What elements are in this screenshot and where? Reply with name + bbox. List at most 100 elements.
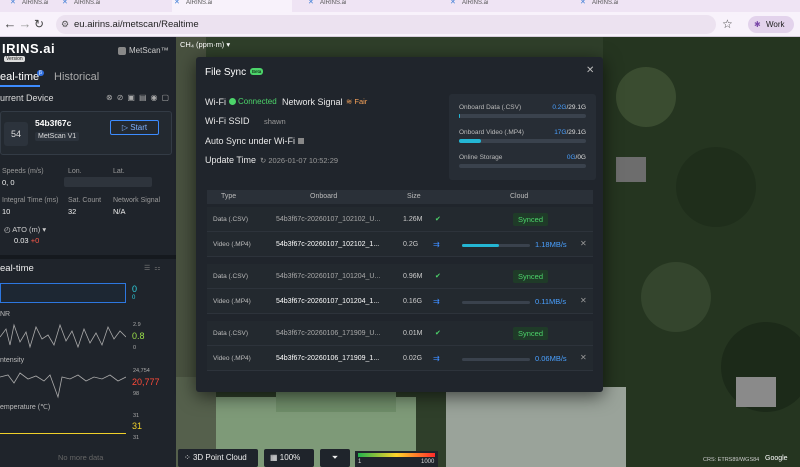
storage-label: Onboard Video (.MP4): [459, 129, 524, 136]
row-type: Data (.CSV): [213, 216, 249, 223]
browser-chrome: ✕ AIRINS.ai ✕ AIRINS.ai ✕ AIRINS.ai ✕ AIRINS…: [0, 0, 800, 37]
auto-sync-checkbox[interactable]: [298, 138, 304, 144]
storage-value: 17G/29.1G: [554, 129, 586, 136]
tab-historical[interactable]: Historical: [54, 71, 99, 83]
storage-used: 17G: [554, 129, 567, 136]
table-row[interactable]: Data (.CSV) 54b3f67c-20260107_102102_U...…: [207, 207, 593, 232]
upload-progress-fill: [462, 244, 500, 247]
legend-min: 1: [358, 459, 362, 465]
check-icon: ✔: [435, 330, 441, 337]
current-device-heading: urrent Device: [0, 93, 54, 103]
browser-tab-active[interactable]: ✕ AIRINS.ai: [172, 0, 292, 12]
point-cloud-toggle[interactable]: ⁘ 3D Point Cloud: [178, 449, 258, 467]
redacted-coordinates: [64, 177, 152, 187]
storage-total: /0G: [575, 154, 586, 161]
opacity-label: 100%: [279, 453, 301, 462]
ato-selector[interactable]: ◴ ATO (m) ▾: [4, 225, 46, 234]
tab-label: AIRINS.ai: [22, 0, 49, 6]
cancel-upload-icon[interactable]: ✕: [580, 239, 587, 248]
series-2-min: 0: [133, 345, 137, 351]
row-filename: 54b3f67c-20260107_102102_U...: [276, 216, 381, 223]
file-sync-dialog: File Sync Beta ✕ Wi-Fi Connected Network…: [196, 57, 603, 392]
browser-tab[interactable]: ✕ AIRINS.ai: [306, 0, 366, 12]
filter-icon[interactable]: ⏷: [320, 449, 350, 467]
storage-label: Online Storage: [459, 154, 503, 161]
start-button[interactable]: ▷ Start: [110, 120, 159, 135]
list-view-icons[interactable]: ☰⚏: [144, 264, 165, 272]
series-4-min: 31: [133, 435, 140, 441]
beta-badge: β: [37, 70, 44, 76]
product-switcher[interactable]: MetScan™: [118, 43, 172, 59]
ato-delta: +0: [30, 236, 40, 245]
section-divider: [0, 255, 176, 259]
browser-tab[interactable]: ✕ AIRINS.ai: [448, 0, 508, 12]
integral-time-value: 10: [2, 207, 11, 216]
row-type: Video (.MP4): [213, 355, 251, 362]
upload-arrow-icon: ⇉: [433, 240, 440, 249]
auto-sync-label: Auto Sync under Wi-Fi: [205, 136, 296, 146]
url-text: eu.airins.ai/metscan/Realtime: [74, 19, 199, 30]
series-1-value: 0: [132, 284, 138, 294]
series-2-max: 2.9: [133, 322, 141, 328]
cancel-upload-icon[interactable]: ✕: [580, 296, 587, 305]
table-row[interactable]: Data (.CSV) 54b3f67c-20260106_171909_U...…: [207, 321, 593, 346]
realtime-section-heading: eal-time: [0, 263, 34, 274]
speeds-label: Speeds (m/s): [2, 168, 44, 175]
upload-progress: [462, 358, 530, 361]
airins-favicon-icon: ✕: [174, 0, 180, 6]
table-row[interactable]: Video (.MP4) 54b3f67c-20260107_101204_1..…: [207, 289, 593, 314]
ssid-value: shawn: [264, 117, 286, 126]
check-icon: ✔: [435, 216, 441, 223]
airins-favicon-icon: ✕: [308, 0, 314, 6]
google-attribution: Google: [765, 455, 788, 462]
speeds-value: 0, 0: [2, 178, 15, 187]
device-action-icons[interactable]: ⊗⊘▣▤◉▢: [106, 93, 172, 103]
tab-label: AIRINS.ai: [74, 0, 101, 6]
table-row[interactable]: Data (.CSV) 54b3f67c-20260107_101204_U...…: [207, 264, 593, 289]
bookmark-star-icon[interactable]: ☆: [722, 17, 733, 31]
storage-value: 0G/0G: [567, 154, 586, 161]
cancel-upload-icon[interactable]: ✕: [580, 353, 587, 362]
upload-rate: 0.11MB/s: [535, 297, 567, 306]
forward-icon[interactable]: →: [18, 17, 32, 31]
opacity-control[interactable]: ▦ 100%: [264, 449, 314, 467]
ssid-label: Wi-Fi SSID: [205, 116, 250, 126]
app-logo: IRINS.ai: [2, 41, 56, 56]
profile-button[interactable]: ✱ Work: [748, 16, 794, 33]
upload-progress: [462, 244, 530, 247]
col-onboard: Onboard: [310, 193, 338, 200]
map-layer-selector[interactable]: CH₄ (ppm·m) ▾: [180, 40, 230, 49]
browser-tab[interactable]: ✕ AIRINS.ai: [578, 0, 638, 12]
series-4-max: 31: [133, 413, 140, 419]
close-icon[interactable]: ✕: [586, 65, 594, 76]
storage-bar: [459, 139, 586, 143]
upload-rate: 1.18MB/s: [535, 240, 567, 249]
device-card[interactable]: 54 54b3f67c MetScan V1 ▷ Start: [0, 111, 172, 155]
row-filename: 54b3f67c-20260106_171909_U...: [276, 330, 381, 337]
table-row[interactable]: Video (.MP4) 54b3f67c-20260106_171909_1..…: [207, 346, 593, 371]
reload-icon[interactable]: ↻: [32, 17, 46, 31]
browser-tab[interactable]: ✕ AIRINS.ai: [60, 0, 102, 12]
site-settings-icon[interactable]: ⚙: [61, 15, 69, 34]
tab-label: AIRINS.ai: [462, 0, 489, 6]
wifi-status-text: Connected: [238, 97, 277, 106]
device-model: MetScan V1: [35, 132, 80, 141]
airins-favicon-icon: ✕: [62, 0, 68, 6]
back-icon[interactable]: ←: [3, 17, 17, 31]
synced-badge: Synced: [513, 213, 549, 226]
row-size: 0.2G: [403, 241, 419, 248]
series-3-value: 20,777: [132, 377, 160, 387]
row-filename: 54b3f67c-20260107_101204_1...: [276, 298, 380, 305]
table-row[interactable]: Video (.MP4) 54b3f67c-20260107_102102_1..…: [207, 232, 593, 257]
network-signal-label: Network Signal: [113, 197, 161, 204]
url-field[interactable]: ⚙ eu.airins.ai/metscan/Realtime: [56, 15, 716, 34]
chevron-down-icon: ▾: [226, 40, 231, 49]
series-3-min: 98: [133, 391, 140, 397]
refresh-icon[interactable]: ↻: [260, 156, 266, 165]
tab-realtime[interactable]: eal-time: [0, 71, 39, 83]
sat-count-value: 32: [68, 207, 77, 216]
metscan-icon: [118, 46, 126, 55]
synced-badge: Synced: [513, 270, 549, 283]
browser-tab[interactable]: ✕ AIRINS.ai: [8, 0, 50, 12]
row-filename: 54b3f67c-20260107_102102_1...: [276, 241, 380, 248]
